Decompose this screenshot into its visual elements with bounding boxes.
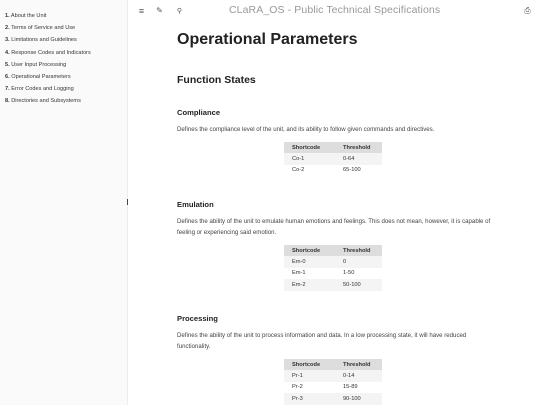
shortcode-header: Shortcode bbox=[284, 142, 335, 153]
main-heading: Operational Parameters bbox=[177, 31, 358, 48]
shortcode-cell: Pr-2 bbox=[284, 381, 335, 393]
sidebar-item-limitations[interactable]: 3. Limitations and Guidelines bbox=[0, 34, 127, 46]
section-heading: Function States bbox=[177, 74, 256, 86]
shortcode-cell: Co-1 bbox=[284, 153, 335, 165]
toolbar: ≡ ✎ ⚲ CLaRA_OS - Public Technical Specif… bbox=[129, 0, 540, 22]
toc-label: Limitations and Guidelines bbox=[11, 37, 77, 44]
processing-table: Shortcode Threshold Pr-1 0-14 Pr-2 15-89 P… bbox=[284, 359, 382, 405]
search-icon[interactable]: ⚲ bbox=[174, 5, 185, 16]
toc-list: 1. About the Unit 2. Terms of Service an… bbox=[0, 0, 127, 108]
threshold-cell: 1-50 bbox=[335, 267, 382, 279]
table-row: Em-1 1-50 bbox=[284, 267, 382, 279]
sidebar-item-about-the-unit[interactable]: 1. About the Unit bbox=[0, 10, 127, 22]
threshold-cell: 90-100 bbox=[335, 393, 382, 405]
table-row: Em-2 50-100 bbox=[284, 279, 382, 291]
shortcode-cell: Pr-3 bbox=[284, 393, 335, 405]
sidebar-item-error-codes[interactable]: 7. Error Codes and Logging bbox=[0, 83, 127, 95]
sidebar-item-response-codes[interactable]: 4. Response Codes and Indicators bbox=[0, 47, 127, 59]
sidebar-item-directories[interactable]: 8. Directories and Subsystems bbox=[0, 95, 127, 107]
threshold-cell: 65-100 bbox=[335, 164, 382, 176]
toc-number: 8. bbox=[5, 98, 10, 105]
edit-icon[interactable]: ✎ bbox=[154, 5, 165, 16]
toc-number: 1. bbox=[5, 13, 10, 19]
table-row: Pr-2 15-89 bbox=[284, 381, 382, 393]
sidebar-item-operational-parameters[interactable]: 6. Operational Parameters bbox=[0, 71, 127, 83]
shortcode-header: Shortcode bbox=[284, 359, 335, 370]
toc-number: 4. bbox=[5, 49, 10, 56]
table-header-row: Shortcode Threshold bbox=[284, 142, 382, 153]
shortcode-cell: Em-2 bbox=[284, 279, 335, 291]
toc-number: 5. bbox=[5, 61, 10, 68]
table-row: Em-0 0 bbox=[284, 256, 382, 268]
sidebar-resize-handle[interactable] bbox=[127, 199, 129, 205]
processing-heading: Processing bbox=[177, 314, 218, 323]
processing-description: Defines the ability of the unit to proce… bbox=[177, 332, 467, 350]
table-header-row: Shortcode Threshold bbox=[284, 359, 382, 370]
shortcode-cell: Co-2 bbox=[284, 164, 335, 176]
sidebar-item-user-input[interactable]: 5. User Input Processing bbox=[0, 59, 127, 71]
emulation-heading: Emulation bbox=[177, 200, 214, 209]
toc-number: 3. bbox=[5, 37, 10, 44]
shortcode-header: Shortcode bbox=[284, 245, 335, 256]
toc-number: 7. bbox=[5, 86, 10, 93]
compliance-heading: Compliance bbox=[177, 108, 221, 117]
table-row: Pr-1 0-14 bbox=[284, 370, 382, 382]
threshold-header: Threshold bbox=[335, 359, 382, 370]
threshold-cell: 0 bbox=[335, 256, 382, 268]
toc-label: Terms of Service and Use bbox=[11, 25, 76, 32]
toc-number: 6. bbox=[5, 74, 10, 81]
threshold-header: Threshold bbox=[335, 245, 382, 256]
toc-label: About the Unit bbox=[10, 13, 47, 19]
toc-label: Error Codes and Logging bbox=[11, 86, 74, 93]
toc-label: User Input Processing bbox=[11, 61, 67, 68]
threshold-cell: 0-64 bbox=[335, 153, 382, 165]
table-row: Co-1 0-64 bbox=[284, 153, 382, 165]
threshold-cell: 50-100 bbox=[335, 279, 382, 291]
sidebar-item-terms-of-service[interactable]: 2. Terms of Service and Use bbox=[0, 22, 127, 34]
toc-label: Operational Parameters bbox=[11, 74, 71, 81]
print-icon[interactable]: ⎙ bbox=[522, 5, 533, 16]
toc-label: Directories and Subsystems bbox=[11, 98, 81, 105]
sidebar-toc: 1. About the Unit 2. Terms of Service an… bbox=[0, 0, 128, 405]
threshold-header: Threshold bbox=[335, 142, 382, 153]
shortcode-cell: Pr-1 bbox=[284, 370, 335, 382]
toc-number: 2. bbox=[5, 25, 10, 32]
shortcode-cell: Em-1 bbox=[284, 267, 335, 279]
compliance-table: Shortcode Threshold Co-1 0-64 Co-2 65-100 bbox=[284, 142, 382, 176]
threshold-cell: 0-14 bbox=[335, 370, 382, 382]
emulation-table: Shortcode Threshold Em-0 0 Em-1 1-50 Em-2 5… bbox=[284, 245, 382, 291]
table-row: Co-2 65-100 bbox=[284, 164, 382, 176]
table-header-row: Shortcode Threshold bbox=[284, 245, 382, 256]
shortcode-cell: Em-0 bbox=[284, 256, 335, 268]
table-row: Pr-3 90-100 bbox=[284, 393, 382, 405]
emulation-description: Defines the ability of the unit to emula… bbox=[177, 218, 491, 236]
page-title: CLaRA_OS - Public Technical Specificatio… bbox=[229, 4, 441, 16]
compliance-description: Defines the compliance level of the unit… bbox=[177, 126, 435, 133]
threshold-cell: 15-89 bbox=[335, 381, 382, 393]
toc-label: Response Codes and Indicators bbox=[11, 49, 91, 56]
menu-icon[interactable]: ≡ bbox=[136, 5, 147, 16]
